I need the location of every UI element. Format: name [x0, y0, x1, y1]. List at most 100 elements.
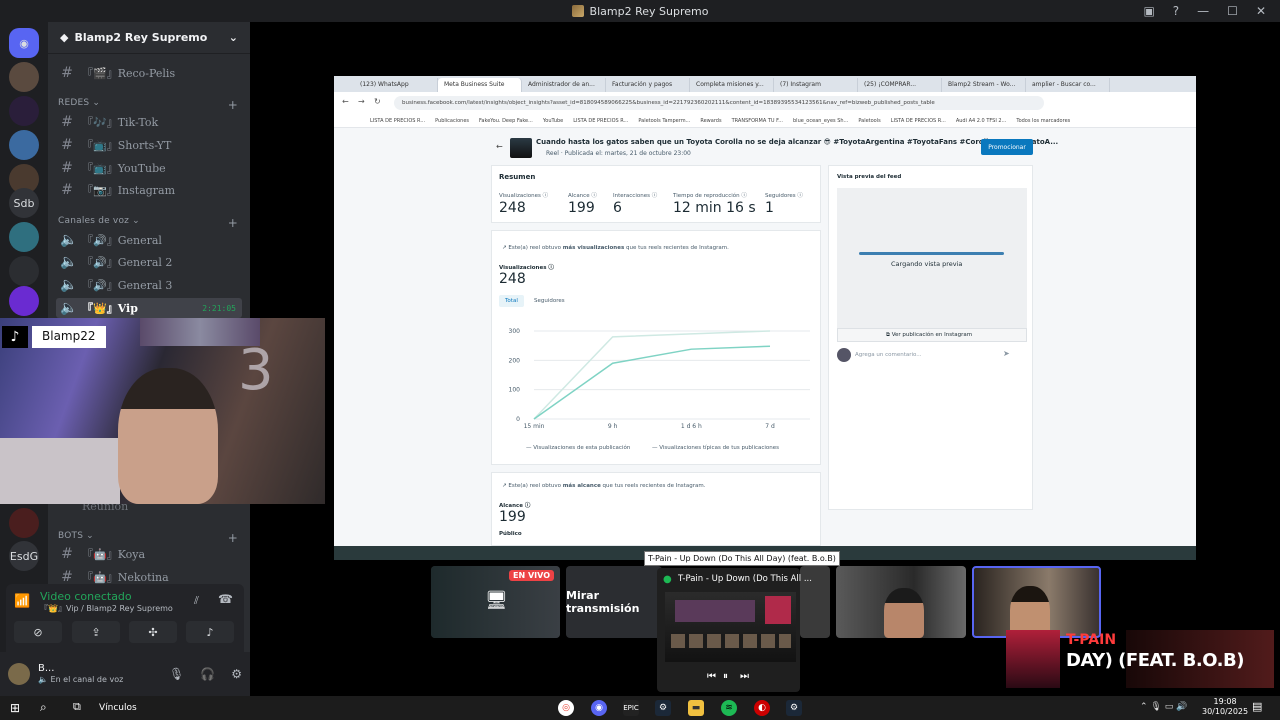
bookmark[interactable]: Audi A4 2.0 TFSI 2... [956, 118, 1007, 124]
chrome-icon[interactable]: ◎ [558, 700, 574, 716]
send-icon[interactable]: ➤ [1003, 349, 1010, 358]
bookmark[interactable]: LISTA DE PRECIOS R... [370, 118, 425, 124]
camera-off-button[interactable]: ⊘ [14, 621, 62, 643]
browser-tab[interactable]: (123) WhatsApp [354, 78, 438, 92]
channel-reco-pelis[interactable]: # 『🎬』Reco-Pelis [56, 63, 242, 83]
spotify-taskbar-icon[interactable]: ≋ [721, 700, 737, 716]
discord-icon[interactable]: ◉ [591, 700, 607, 716]
close-button[interactable]: ✕ [1256, 4, 1266, 18]
voice-channel-general-2[interactable]: 🔈 『🔊』General 2 [56, 252, 242, 272]
activities-button[interactable]: ✣ [129, 621, 177, 643]
channel-tiktok[interactable]: # 『🎶』Tik-Tok [56, 112, 242, 132]
voice-channel-vip[interactable]: 🔈 『👑』Vip 2:21:05 [56, 298, 242, 318]
bookmark[interactable]: Publicaciones [435, 118, 469, 124]
screen-share-button[interactable]: ⇪ [72, 621, 120, 643]
noise-suppression-icon[interactable]: ⫽ [194, 594, 199, 608]
server-icon[interactable] [9, 130, 39, 160]
voice-channel-general[interactable]: 🔈 『🔊』General [56, 230, 242, 250]
server-icon[interactable] [9, 222, 39, 252]
server-icon[interactable] [9, 62, 39, 92]
browser-tab[interactable]: Facturación y pagos [606, 78, 690, 92]
watch-stream-tile[interactable]: Mirar transmisión [566, 566, 662, 638]
server-esdg[interactable]: EsdG [9, 541, 39, 571]
watch-stream-button[interactable]: Mirar transmisión [566, 589, 662, 615]
next-track-icon[interactable]: ⏭ [740, 671, 749, 682]
back-icon[interactable]: ← [342, 97, 349, 106]
add-channel-icon[interactable]: + [228, 216, 238, 230]
bookmark[interactable]: Paletools Tamperm... [638, 118, 690, 124]
category-voz[interactable]: Canales de voz ⌄ + [58, 216, 238, 230]
server-icon[interactable] [9, 256, 39, 286]
epic-games-icon[interactable]: EPIC [623, 700, 639, 716]
server-icon[interactable] [9, 508, 39, 538]
participant-tile[interactable] [836, 566, 966, 638]
headphones-icon[interactable]: 🎧 [200, 667, 215, 681]
server-header[interactable]: ◆ Blamp2 Rey Supremo ⌄ [48, 22, 250, 54]
browser-tab[interactable]: amplier - Buscar co... [1026, 78, 1110, 92]
search-icon[interactable]: ⌕ [40, 700, 47, 715]
tab-seguidores[interactable]: Seguidores [534, 298, 565, 304]
soundboard-button[interactable]: ♪ [186, 621, 234, 643]
discord-home-icon[interactable]: ◉ [9, 28, 39, 58]
app-icon[interactable]: ◐ [754, 700, 770, 716]
category-redes[interactable]: REDES ⌄ + [58, 98, 238, 112]
bookmark[interactable]: YouTube [543, 118, 563, 124]
pause-icon[interactable]: ⏸ [723, 671, 728, 682]
file-explorer-icon[interactable]: ▬ [688, 700, 704, 716]
microphone-icon[interactable]: 🎙 [169, 667, 184, 681]
inbox-icon[interactable]: ▣ [1143, 4, 1154, 18]
clock[interactable]: 19:08 30/10/2025 [1202, 697, 1248, 717]
back-arrow-icon[interactable]: ← [496, 142, 503, 151]
voice-channel-general-3[interactable]: 🔈 『🔊』General 3 [56, 275, 242, 295]
voice-location[interactable]: 『👑』Vip / Blamp2 Rey Supremo [40, 603, 173, 614]
minimize-button[interactable]: — [1197, 4, 1209, 18]
avatar[interactable] [8, 663, 30, 685]
category-bots[interactable]: BOTS ⌄ + [58, 531, 238, 545]
bookmark[interactable]: TRANSFORMA TU F... [732, 118, 783, 124]
add-channel-icon[interactable]: + [228, 531, 238, 545]
browser-tab[interactable]: (7) Instagram [774, 78, 858, 92]
reload-icon[interactable]: ↻ [374, 97, 381, 106]
steam-icon[interactable]: ⚙ [655, 700, 671, 716]
shared-screen-browser[interactable]: (123) WhatsApp Meta Business Suite Admin… [334, 76, 1196, 560]
disconnect-icon[interactable]: ☎ [218, 592, 233, 606]
browser-tab[interactable]: Meta Business Suite [438, 78, 522, 92]
bookmark[interactable]: Todos los marcadores [1016, 118, 1070, 124]
bookmark[interactable]: Paletools [858, 118, 880, 124]
signal-icon[interactable]: 📶 [14, 594, 30, 609]
bookmark[interactable]: LISTA DE PRECIOS R... [573, 118, 628, 124]
links-toolbar[interactable]: Vínculos [99, 703, 137, 713]
browser-tab[interactable]: (25) ¡COMPRAR... [858, 78, 942, 92]
server-sdb[interactable]: Sdb [9, 188, 39, 218]
browser-tab[interactable]: Completa misiones y... [690, 78, 774, 92]
url-input[interactable]: business.facebook.com/latest/insights/ob… [394, 96, 1044, 110]
previous-track-icon[interactable]: ⏮ [707, 671, 716, 682]
channel-youtube[interactable]: # 『📺』YouTube [56, 158, 242, 178]
maximize-button[interactable]: ☐ [1227, 4, 1238, 18]
participant-tile-stream[interactable]: 🖥 EN VIVO [431, 566, 560, 638]
bookmark[interactable]: FakeYou. Deep Fake... [479, 118, 533, 124]
tab-total[interactable]: Total [499, 295, 524, 307]
tray-icons[interactable]: ⌃ 🎙 ▭ 🔊 [1140, 702, 1187, 712]
windows-start-icon[interactable]: ⊞ [10, 701, 20, 715]
channel-shorts-yt[interactable]: # 『📺』Shorts-YT [56, 135, 242, 155]
steam-icon[interactable]: ⚙ [786, 700, 802, 716]
channel-koya[interactable]: # 『🤖』Koya [56, 544, 242, 564]
channel-instagram[interactable]: # 『📷』Instagram [56, 180, 242, 200]
help-icon[interactable]: ? [1173, 4, 1179, 18]
chevron-down-icon[interactable]: ⌄ [229, 31, 238, 44]
server-icon[interactable] [9, 96, 39, 126]
settings-gear-icon[interactable]: ⚙ [231, 667, 242, 681]
bookmark[interactable]: LISTA DE PRECIOS R... [891, 118, 946, 124]
participant-tile-speaking[interactable] [972, 566, 1101, 638]
bookmark[interactable]: Rewards [700, 118, 721, 124]
forward-icon[interactable]: → [358, 97, 365, 106]
promote-button[interactable]: Promocionar [981, 139, 1033, 155]
add-channel-icon[interactable]: + [228, 98, 238, 112]
browser-tab[interactable]: Blamp2 Stream - Wo... [942, 78, 1026, 92]
task-view-icon[interactable]: ⧉ [73, 700, 81, 714]
view-on-instagram-link[interactable]: ⧉ Ver publicación en Instagram [837, 328, 1027, 342]
bookmark[interactable]: blue_ocean_eyes Sh... [793, 118, 848, 124]
comment-input[interactable]: Agrega un comentario... [855, 352, 922, 358]
server-icon[interactable] [9, 286, 39, 316]
